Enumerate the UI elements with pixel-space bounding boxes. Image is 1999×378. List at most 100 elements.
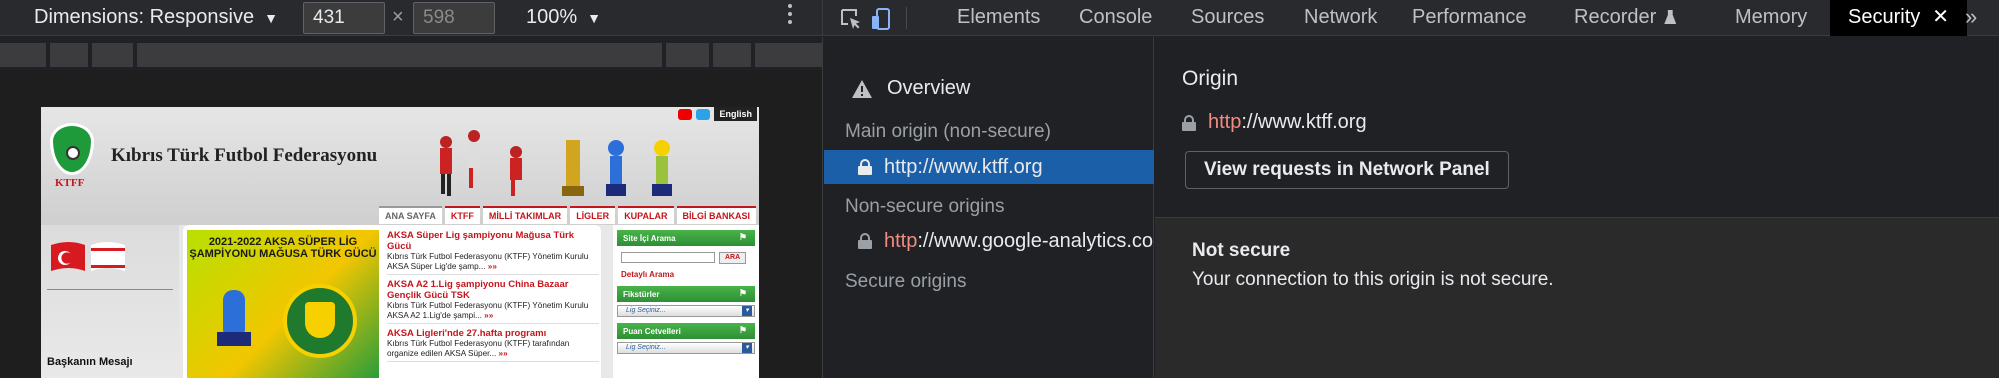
site-left-column: Başkanın Mesajı <box>41 225 179 378</box>
news-more-link[interactable]: »» <box>488 262 497 271</box>
lock-icon <box>1182 114 1196 131</box>
nav-milli-takimlar[interactable]: MİLLİ TAKIMLAR <box>482 206 568 224</box>
tab-network[interactable]: Network <box>1304 0 1377 36</box>
media-query-segment[interactable] <box>713 43 751 67</box>
fixtures-league-select[interactable]: Lig Seçiniz... <box>617 305 755 317</box>
tab-elements[interactable]: Elements <box>957 0 1040 36</box>
height-input[interactable]: 598 <box>413 2 495 34</box>
news-item[interactable]: AKSA Süper Lig şampiyonu Mağusa Türk Güc… <box>387 230 599 275</box>
nav-bilgi-bankasi[interactable]: BİLGİ BANKASI <box>676 206 757 224</box>
nav-ligler[interactable]: LİGLER <box>570 206 616 224</box>
security-status-title: Not secure <box>1192 240 1291 261</box>
main-origin-heading: Main origin (non-secure) <box>845 121 1051 142</box>
trophy-image <box>217 290 251 346</box>
media-query-segment[interactable] <box>666 43 709 67</box>
news-item[interactable]: AKSA A2 1.Lig şampiyonu China Bazaar Gen… <box>387 279 599 324</box>
non-secure-origin-url: http://www.google-analytics.com <box>884 230 1154 253</box>
news-list: AKSA Süper Lig şampiyonu Mağusa Türk Güc… <box>387 230 599 366</box>
chevron-down-icon: ▼ <box>264 9 278 26</box>
origin-scheme: http <box>884 229 918 252</box>
news-text: Kıbrıs Türk Futbol Federasyonu (KTFF) ta… <box>387 339 570 358</box>
news-title[interactable]: AKSA Ligleri'nde 27.hafta programı <box>387 328 599 339</box>
header-links: English <box>678 107 757 121</box>
site-search-input[interactable] <box>621 252 715 263</box>
device-toolbar: Dimensions: Responsive ▼ 431 × 598 100% … <box>0 0 822 36</box>
inspect-element-icon[interactable] <box>839 7 863 31</box>
twitter-icon[interactable] <box>696 108 711 120</box>
divider <box>906 7 907 29</box>
device-viewport: KTFF Kıbrıs Türk Futbol Federasyonu Engl… <box>0 70 822 378</box>
club-badge-image <box>283 284 357 358</box>
ktff-crest-logo[interactable] <box>50 123 94 175</box>
zoom-label: 100% <box>526 6 578 28</box>
nav-kupalar[interactable]: KUPALAR <box>618 206 674 224</box>
news-item[interactable]: AKSA Ligleri'nde 27.hafta programı Kıbrı… <box>387 328 599 362</box>
origin-heading: Origin <box>1182 67 1239 90</box>
site-title[interactable]: Kıbrıs Türk Futbol Federasyonu <box>111 145 377 167</box>
tab-recorder[interactable]: Recorder <box>1574 0 1677 36</box>
devtools-tab-bar: Elements Console Sources Network Perform… <box>822 0 1999 36</box>
news-more-link[interactable]: »» <box>499 349 508 358</box>
president-message-link[interactable]: Başkanın Mesajı <box>47 356 133 368</box>
media-query-segment[interactable] <box>92 43 133 67</box>
security-status-description: Your connection to this origin is not se… <box>1192 269 1554 290</box>
tab-security[interactable]: Security ✕ <box>1830 0 1968 36</box>
origin-scheme: http <box>1208 111 1242 133</box>
english-link[interactable]: English <box>714 107 757 121</box>
tab-console[interactable]: Console <box>1079 0 1152 36</box>
security-sidebar: Overview Main origin (non-secure) http:/… <box>822 37 1154 378</box>
media-query-segment[interactable] <box>50 43 88 67</box>
chevron-down-icon: ▼ <box>587 9 602 26</box>
nav-ana-sayfa[interactable]: ANA SAYFA <box>379 206 442 224</box>
site-search-heading: Site İçi Arama <box>617 230 755 246</box>
media-query-segment[interactable] <box>755 43 822 67</box>
site-search-row: ARA <box>621 252 759 264</box>
flag-image <box>51 242 125 271</box>
non-secure-origins-heading: Non-secure origins <box>845 196 1005 217</box>
news-title[interactable]: AKSA A2 1.Lig şampiyonu China Bazaar Gen… <box>387 279 599 301</box>
crest-label: KTFF <box>55 177 85 189</box>
site-sidebar: Site İçi Arama ARA Detaylı Arama Fikstür… <box>613 225 759 378</box>
view-requests-button[interactable]: View requests in Network Panel <box>1185 151 1509 189</box>
championship-banner[interactable]: 2021-2022 AKSA SÜPER LİG ŞAMPİYONU MAĞUS… <box>187 230 379 378</box>
more-options-icon[interactable] <box>784 4 796 24</box>
tab-sources[interactable]: Sources <box>1191 0 1264 36</box>
fixtures-heading: Fikstürler <box>617 286 755 302</box>
zoom-dropdown[interactable]: 100% ▼ <box>526 6 601 29</box>
security-main-panel: Origin http://www.ktff.org View requests… <box>1155 37 1999 378</box>
detailed-search-link[interactable]: Detaylı Arama <box>621 270 759 279</box>
standings-heading: Puan Cetvelleri <box>617 323 755 339</box>
nav-ktff[interactable]: KTFF <box>444 206 480 224</box>
origin-host: ://www.ktff.org <box>1241 111 1367 133</box>
dimensions-label: Dimensions: Responsive <box>34 6 255 28</box>
main-origin-url: http://www.ktff.org <box>884 155 1043 178</box>
dimensions-dropdown[interactable]: Dimensions: Responsive ▼ <box>34 6 278 29</box>
media-query-segment[interactable] <box>0 43 46 67</box>
more-tabs-icon[interactable]: » <box>1965 0 1977 36</box>
warning-icon <box>852 79 872 98</box>
standings-league-select[interactable]: Lig Seçiniz... <box>617 342 755 354</box>
times-separator: × <box>392 6 404 28</box>
non-secure-origin-item[interactable]: http://www.google-analytics.com <box>824 224 1154 258</box>
main-origin-item[interactable]: http://www.ktff.org <box>824 150 1154 184</box>
news-title[interactable]: AKSA Süper Lig şampiyonu Mağusa Türk Güc… <box>387 230 599 252</box>
close-tab-icon[interactable]: ✕ <box>1932 6 1949 28</box>
device-toolbar-icon[interactable] <box>869 7 893 31</box>
security-status-panel: Not secure Your connection to this origi… <box>1155 218 1999 378</box>
youtube-icon[interactable] <box>678 108 693 120</box>
tab-performance[interactable]: Performance <box>1412 0 1527 36</box>
media-query-segment[interactable] <box>137 43 662 67</box>
width-input[interactable]: 431 <box>303 2 385 34</box>
experiment-flask-icon <box>1664 10 1677 24</box>
overview-item[interactable]: Overview <box>851 77 970 100</box>
tab-memory[interactable]: Memory <box>1735 0 1807 36</box>
emulated-page[interactable]: KTFF Kıbrıs Türk Futbol Federasyonu Engl… <box>41 107 759 378</box>
site-content: 2021-2022 AKSA SÜPER LİG ŞAMPİYONU MAĞUS… <box>183 225 601 378</box>
browser-devtools-window: Dimensions: Responsive ▼ 431 × 598 100% … <box>0 0 1999 378</box>
site-search-button[interactable]: ARA <box>719 252 747 264</box>
news-more-link[interactable]: »» <box>484 311 493 320</box>
players-banner-image <box>440 130 672 196</box>
origin-url: http://www.ktff.org <box>1182 111 1367 134</box>
overview-label: Overview <box>887 77 971 99</box>
origin-host: ://www.google-analytics.com <box>917 229 1154 252</box>
